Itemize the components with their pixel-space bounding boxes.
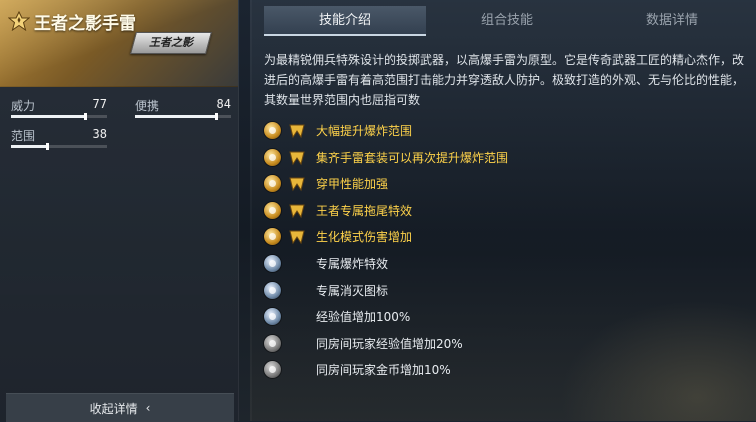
skill-row: 专属爆炸特效 (264, 254, 724, 274)
skill-text: 专属爆炸特效 (316, 257, 389, 271)
skill-row: 生化模式伤害增加 (264, 227, 724, 247)
skill-row: 同房间玩家金币增加10% (264, 360, 724, 380)
chevron-left-icon: ‹ (145, 401, 151, 415)
room-exp-icon (264, 335, 281, 352)
skill-row: 穿甲性能加强 (264, 174, 724, 194)
skill-text: 生化模式伤害增加 (316, 230, 413, 244)
room-gold-icon (264, 361, 281, 378)
skill-row: 同房间玩家经验值增加20% (264, 334, 724, 354)
skill-text: 集齐手雷套装可以再次提升爆炸范围 (316, 151, 509, 165)
stat-bar (11, 143, 107, 150)
armor-piercing-icon (264, 175, 281, 192)
skill-text: 王者专属拖尾特效 (316, 204, 413, 218)
skill-text: 专属消灭图标 (316, 284, 389, 298)
weapon-description: 为最精锐佣兵特殊设计的投掷武器，以高爆手雷为原型。它是传奇武器工匠的精心杰作，改… (264, 53, 745, 107)
explosion-range-icon (264, 122, 281, 139)
stat-label: 便携 (135, 99, 160, 113)
explosion-effect-icon (264, 255, 281, 272)
stat-value: 38 (92, 127, 107, 141)
weapon-series-badge-label: 王者之影 (149, 36, 193, 49)
king-tier-icon (289, 177, 305, 192)
collapse-details-button[interactable]: 收起详情 ‹ (6, 393, 234, 422)
weapon-info-panel: 王者之影手雷 王者之影 威力 77 便携 84 范围 38 收起详情 ‹ (0, 0, 239, 422)
skill-row: 经验值增加100% (264, 307, 724, 327)
stat-label: 威力 (11, 99, 36, 113)
king-tier-icon (289, 230, 305, 245)
skill-text: 同房间玩家金币增加10% (316, 363, 451, 377)
skill-text: 经验值增加100% (316, 310, 411, 324)
weapon-title: 王者之影手雷 (34, 14, 136, 34)
collapse-details-label: 收起详情 (89, 401, 138, 416)
skill-text: 大幅提升爆炸范围 (316, 124, 413, 138)
skill-row: 集齐手雷套装可以再次提升爆炸范围 (264, 148, 724, 168)
zombie-mode-icon (264, 228, 281, 245)
stat-value: 77 (92, 97, 107, 111)
stat-bar (11, 113, 107, 120)
tab-combo-skills[interactable]: 组合技能 (426, 6, 588, 36)
king-tier-icon (289, 151, 305, 166)
skill-row: 大幅提升爆炸范围 (264, 121, 724, 141)
king-tier-icon (289, 124, 305, 139)
kill-icon (264, 282, 281, 299)
skill-row: 王者专属拖尾特效 (264, 201, 724, 221)
detail-tabs: 技能介绍 组合技能 数据详情 (264, 6, 756, 36)
skill-text: 穿甲性能加强 (316, 177, 389, 191)
stat-bar (135, 113, 231, 120)
weapon-header: 王者之影手雷 王者之影 (0, 0, 238, 87)
stat-label: 范围 (11, 129, 36, 143)
grenade-set-icon (264, 149, 281, 166)
tab-data-details[interactable]: 数据详情 (588, 6, 756, 36)
king-rank-icon (8, 11, 30, 31)
stat-value: 84 (216, 97, 231, 111)
skill-text: 同房间玩家经验值增加20% (316, 337, 463, 351)
exp-icon (264, 308, 281, 325)
skill-row: 专属消灭图标 (264, 281, 724, 301)
trail-effect-icon (264, 202, 281, 219)
weapon-series-badge: 王者之影 (130, 32, 212, 54)
king-tier-icon (289, 204, 305, 219)
tab-skill-intro[interactable]: 技能介绍 (264, 6, 426, 36)
